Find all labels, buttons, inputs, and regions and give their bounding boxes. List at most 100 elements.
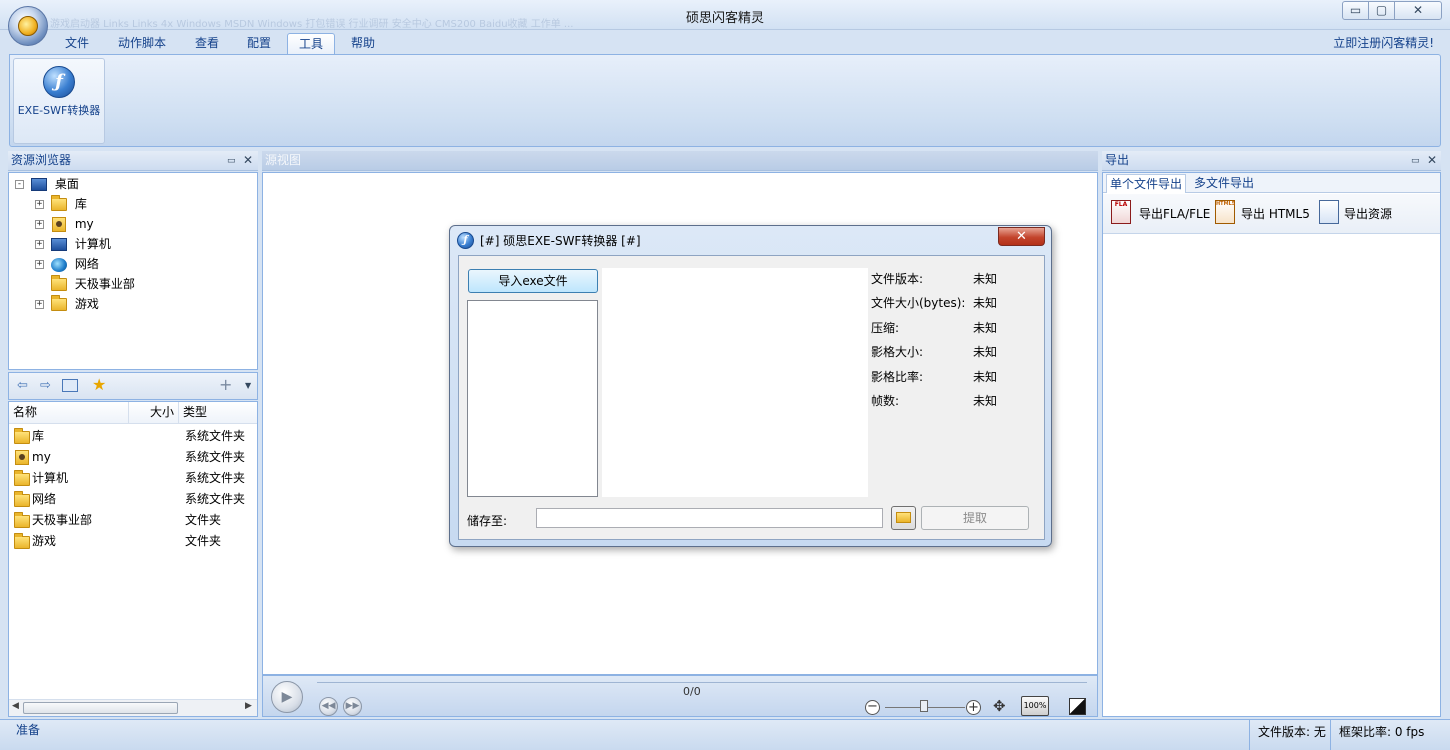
flash-icon: ƒ <box>43 66 75 98</box>
dropdown-arrow-icon[interactable]: ▼ <box>245 381 251 390</box>
zoom-in-icon[interactable]: + <box>966 700 981 715</box>
file-type: 系统文件夹 <box>185 429 246 443</box>
exe-swf-converter-button[interactable]: ƒ EXE-SWF转换器 <box>13 58 105 144</box>
tab-tools[interactable]: 工具 <box>287 33 336 54</box>
list-item[interactable]: 游戏 文件夹 <box>9 531 257 552</box>
tab-actionscript[interactable]: 动作脚本 <box>107 33 177 54</box>
actual-size-icon[interactable]: 100% <box>1021 696 1049 716</box>
list-item[interactable]: 库 系统文件夹 <box>9 426 257 447</box>
fast-forward-button[interactable]: ▶▶ <box>343 697 362 716</box>
minimize-button[interactable]: ▭ <box>1342 1 1369 20</box>
tree-label: 库 <box>74 197 87 211</box>
exe-file-list[interactable] <box>467 300 598 497</box>
expand-icon[interactable]: + <box>35 240 44 249</box>
extract-button[interactable]: 提取 <box>921 506 1029 530</box>
list-item[interactable]: 天极事业部 文件夹 <box>9 510 257 531</box>
back-arrow-icon[interactable]: ⇦ <box>17 378 28 393</box>
column-header-type[interactable]: 类型 <box>179 402 257 424</box>
file-list[interactable]: 名称 大小 类型 库 系统文件夹 my 系统文件夹 计算机 系统文件夹 网络 系… <box>8 401 258 717</box>
pin-icon[interactable]: ▭ <box>1411 152 1420 171</box>
browse-folder-button[interactable] <box>891 506 916 530</box>
info-label-file-version: 文件版本: <box>871 272 924 286</box>
dialog-close-button[interactable]: ✕ <box>998 227 1045 246</box>
tree-item-games[interactable]: + 游戏 <box>35 294 99 314</box>
status-ready: 准备 <box>16 723 41 737</box>
rewind-button[interactable]: ◀◀ <box>319 697 338 716</box>
expand-icon[interactable]: + <box>35 300 44 309</box>
list-item[interactable]: my 系统文件夹 <box>9 447 257 468</box>
folder-icon <box>14 491 30 507</box>
collapse-icon[interactable]: - <box>15 180 24 189</box>
column-header-size[interactable]: 大小 <box>129 402 179 424</box>
tree-item-desktop[interactable]: - 桌面 <box>15 174 79 194</box>
library-icon <box>14 428 30 444</box>
scroll-thumb[interactable] <box>23 702 178 714</box>
source-view-title: 源视图 <box>265 153 302 167</box>
register-link[interactable]: 立即注册闪客精灵! <box>1333 34 1434 51</box>
tree-label: 计算机 <box>74 237 111 251</box>
background-color-icon[interactable] <box>1069 698 1086 715</box>
zoom-slider-thumb[interactable] <box>920 700 928 712</box>
timeline-track[interactable] <box>317 682 1087 683</box>
expand-icon[interactable]: + <box>35 200 44 209</box>
info-label-frame-size: 影格大小: <box>871 345 924 359</box>
tab-file[interactable]: 文件 <box>54 33 100 54</box>
maximize-button[interactable]: ▢ <box>1368 1 1395 20</box>
horizontal-scrollbar[interactable]: ◀ ▶ <box>9 699 257 716</box>
forward-arrow-icon[interactable]: ⇨ <box>40 378 51 393</box>
tree-item-my[interactable]: + my <box>35 214 94 234</box>
export-tab-bar: 单个文件导出 多文件导出 <box>1103 173 1440 193</box>
html5-icon: HTML5 <box>1215 200 1235 224</box>
file-name: 库 <box>32 429 45 443</box>
close-panel-icon[interactable]: ✕ <box>1427 151 1437 170</box>
close-panel-icon[interactable]: ✕ <box>243 151 253 170</box>
pin-icon[interactable]: ▭ <box>227 152 236 171</box>
up-folder-icon[interactable] <box>62 379 78 392</box>
export-toolbar: FLA 导出FLA/FLE HTML5 导出 HTML5 导出资源 <box>1103 194 1440 234</box>
close-window-button[interactable]: ✕ <box>1394 1 1442 20</box>
import-exe-button[interactable]: 导入exe文件 <box>468 269 598 293</box>
tab-multi-file-export[interactable]: 多文件导出 <box>1191 174 1257 193</box>
add-icon[interactable]: + <box>219 375 232 394</box>
folder-icon <box>51 275 67 291</box>
export-fla-label: 导出FLA/FLE <box>1139 207 1211 221</box>
export-resources-label: 导出资源 <box>1344 207 1393 221</box>
tree-item-computer[interactable]: + 计算机 <box>35 234 111 254</box>
tab-help[interactable]: 帮助 <box>340 33 386 54</box>
column-header-name[interactable]: 名称 <box>9 402 129 424</box>
folder-icon <box>14 470 30 486</box>
tree-item-library[interactable]: + 库 <box>35 194 87 214</box>
computer-icon <box>51 238 67 251</box>
resource-browser-panel: 资源浏览器 ▭ ✕ - 桌面 + 库 + my + 计算机 + 网络 天极事业部… <box>8 151 258 717</box>
tree-item-network[interactable]: + 网络 <box>35 254 99 274</box>
favorites-star-icon[interactable]: ★ <box>92 375 106 394</box>
file-type: 系统文件夹 <box>185 471 246 485</box>
info-label-frame-count: 帧数: <box>871 394 900 408</box>
tab-single-file-export[interactable]: 单个文件导出 <box>1106 174 1187 193</box>
tree-label: 天极事业部 <box>74 277 135 291</box>
library-icon <box>51 195 67 211</box>
tab-config[interactable]: 配置 <box>236 33 282 54</box>
info-value-frame-rate: 未知 <box>973 370 998 384</box>
info-value-file-size: 未知 <box>973 296 998 310</box>
folder-tree[interactable]: - 桌面 + 库 + my + 计算机 + 网络 天极事业部 + 游戏 <box>8 172 258 370</box>
expand-icon[interactable]: + <box>35 260 44 269</box>
window-title: 硕思闪客精灵 <box>685 11 764 26</box>
list-item[interactable]: 计算机 系统文件夹 <box>9 468 257 489</box>
file-type: 系统文件夹 <box>185 450 246 464</box>
expand-icon[interactable]: + <box>35 220 44 229</box>
scroll-left-icon[interactable]: ◀ <box>12 701 19 711</box>
save-path-input[interactable] <box>536 508 883 528</box>
tree-item-tianji[interactable]: 天极事业部 <box>35 274 135 294</box>
tree-label: 游戏 <box>74 297 99 311</box>
tab-view[interactable]: 查看 <box>184 33 230 54</box>
file-type: 文件夹 <box>185 513 222 527</box>
ribbon-tab-bar: 文件 动作脚本 查看 配置 工具 帮助 <box>0 30 1450 54</box>
zoom-out-icon[interactable]: − <box>865 700 880 715</box>
zoom-tool-icon[interactable]: ✥ <box>993 697 1006 715</box>
list-item[interactable]: 网络 系统文件夹 <box>9 489 257 510</box>
play-button[interactable]: ▶ <box>271 681 303 713</box>
application-menu-orb-icon[interactable] <box>8 6 48 46</box>
scroll-right-icon[interactable]: ▶ <box>245 701 252 711</box>
info-label-frame-rate: 影格比率: <box>871 370 924 384</box>
